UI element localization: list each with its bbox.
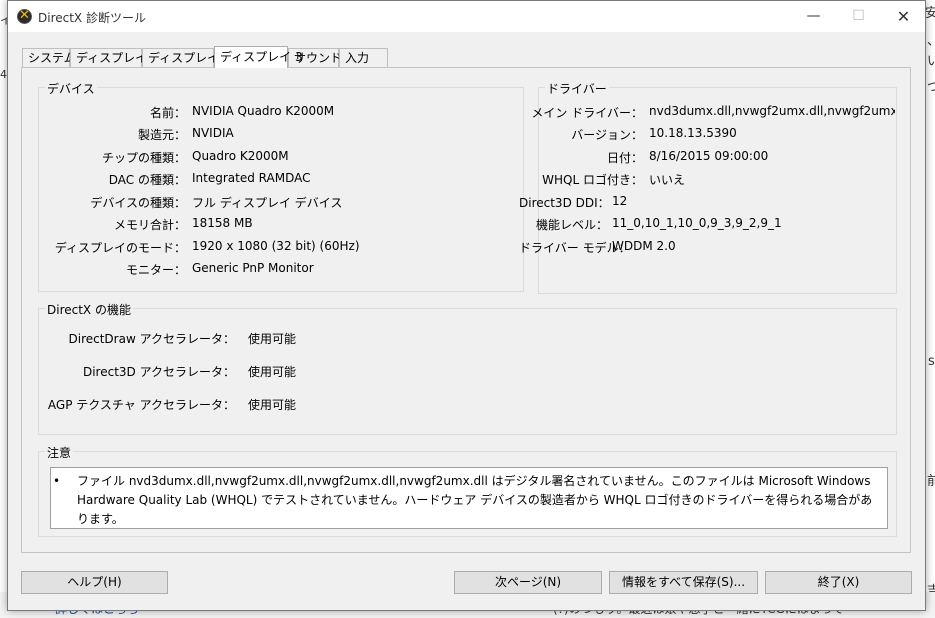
driver-value: 11_0,10_1,10_0,9_3,9_2,9_1 — [612, 216, 782, 230]
driver-value: WDDM 2.0 — [612, 239, 676, 253]
driver-value: いいえ — [649, 173, 686, 187]
directx-features-group: DirectX の機能 DirectDraw アクセラレータ： 使用可能 Dir… — [38, 301, 897, 435]
maximize-button[interactable]: ☐ — [836, 1, 881, 32]
driver-label: ドライバー モデル： — [519, 241, 631, 255]
driver-row: ドライバー モデル： WDDM 2.0 — [519, 239, 896, 255]
device-value: Quadro K2000M — [192, 149, 289, 163]
tab-display-2[interactable]: ディスプレイ 2 — [142, 48, 231, 67]
feature-label: AGP テクスチャ アクセラレータ： — [47, 398, 235, 412]
feature-value: 使用可能 — [248, 398, 297, 412]
background-text: い — [927, 54, 935, 69]
save-all-info-button[interactable]: 情報をすべて保存(S)... — [609, 571, 758, 594]
background-text: 安 — [925, 6, 935, 21]
device-group-title: デバイス — [45, 80, 97, 97]
tab-system[interactable]: システム — [22, 48, 76, 67]
feature-row: AGP テクスチャ アクセラレータ： 使用可能 — [39, 396, 896, 412]
background-text: 前 — [927, 474, 935, 489]
minimize-button[interactable]: — — [791, 1, 836, 32]
close-button[interactable]: ✕ — [881, 1, 926, 32]
driver-label: 日付： — [606, 151, 643, 165]
device-value: NVIDIA — [192, 126, 234, 140]
driver-row: WHQL ロゴ付き： いいえ — [539, 171, 896, 187]
feature-value: 使用可能 — [248, 365, 297, 379]
next-page-button[interactable]: 次ページ(N) — [454, 571, 602, 594]
device-row: ディスプレイのモード： 1920 x 1080 (32 bit) (60Hz) — [39, 239, 523, 255]
feature-row: DirectDraw アクセラレータ： 使用可能 — [39, 330, 896, 346]
device-row: モニター： Generic PnP Monitor — [39, 261, 523, 277]
driver-row: 機能レベル： 11_0,10_1,10_0,9_3,9_2,9_1 — [536, 216, 896, 232]
driver-row: バージョン： 10.18.13.5390 — [539, 126, 896, 142]
feature-label: DirectDraw アクセラレータ： — [68, 332, 236, 346]
driver-group-title: ドライバー — [545, 80, 609, 97]
driver-group: ドライバー メイン ドライバー： nvd3dumx.dll,nvwgf2umx.… — [519, 80, 897, 294]
directx-app-icon — [17, 8, 32, 24]
device-row: 製造元： NVIDIA — [39, 126, 523, 142]
device-value: Integrated RAMDAC — [192, 171, 311, 185]
driver-row: 日付： 8/16/2015 09:00:00 — [539, 149, 896, 165]
help-button[interactable]: ヘルプ(H) — [21, 571, 168, 594]
driver-value: 10.18.13.5390 — [649, 126, 737, 140]
device-label: 名前： — [149, 106, 186, 120]
title-bar[interactable]: DirectX 診断ツール — ☐ ✕ — [8, 1, 925, 32]
driver-value: 8/16/2015 09:00:00 — [649, 149, 769, 163]
driver-value: 12 — [612, 194, 628, 208]
window-title: DirectX 診断ツール — [38, 11, 146, 25]
background-text: つ — [927, 80, 935, 95]
device-row: チップの種類： Quadro K2000M — [39, 149, 523, 165]
driver-label: Direct3D DDI： — [519, 196, 610, 210]
tab-display-1[interactable]: ディスプレイ 1 — [70, 48, 159, 67]
device-label: ディスプレイのモード： — [54, 241, 186, 255]
directx-features-title: DirectX の機能 — [45, 301, 133, 318]
device-row: デバイスの種類： フル ディスプレイ デバイス — [39, 194, 523, 210]
device-label: メモリ合計： — [113, 218, 186, 232]
bullet-icon: • — [53, 474, 61, 488]
notes-title: 注意 — [45, 444, 74, 461]
device-value: 18158 MB — [192, 216, 253, 230]
driver-value: nvd3dumx.dll,nvwgf2umx.dll,nvwgf2umx.dll… — [649, 104, 895, 118]
device-group: デバイス 名前： NVIDIA Quadro K2000M 製造元： NVIDI… — [38, 80, 524, 292]
driver-row: メイン ドライバー： nvd3dumx.dll,nvwgf2umx.dll,nv… — [531, 104, 896, 120]
tab-input[interactable]: 入力 — [339, 48, 388, 67]
driver-row: Direct3D DDI： 12 — [519, 194, 896, 210]
device-label: モニター： — [125, 263, 186, 277]
device-value: NVIDIA Quadro K2000M — [192, 104, 335, 118]
dxdiag-window: DirectX 診断ツール — ☐ ✕ システム ディスプレイ 1 ディスプレイ… — [7, 0, 926, 611]
device-label: DAC の種類： — [108, 173, 186, 187]
notes-text: ファイル nvd3dumx.dll,nvwgf2umx.dll,nvwgf2um… — [77, 474, 873, 526]
driver-label: 機能レベル： — [535, 218, 608, 232]
background-text: 、 — [927, 30, 935, 49]
tab-display-3[interactable]: ディスプレイ 3 — [214, 46, 303, 68]
feature-value: 使用可能 — [248, 332, 297, 346]
device-label: デバイスの種類： — [90, 196, 186, 210]
driver-label: メイン ドライバー： — [531, 106, 643, 120]
device-value: Generic PnP Monitor — [192, 261, 314, 275]
device-value: 1920 x 1080 (32 bit) (60Hz) — [192, 239, 360, 253]
driver-label: WHQL ロゴ付き： — [542, 173, 643, 187]
notes-textbox[interactable]: • ファイル nvd3dumx.dll,nvwgf2umx.dll,nvwgf2… — [50, 467, 888, 529]
device-row: メモリ合計： 18158 MB — [39, 216, 523, 232]
tab-panel: デバイス 名前： NVIDIA Quadro K2000M 製造元： NVIDI… — [21, 67, 911, 553]
exit-button[interactable]: 終了(X) — [765, 571, 912, 594]
device-row: 名前： NVIDIA Quadro K2000M — [39, 104, 523, 120]
feature-row: Direct3D アクセラレータ： 使用可能 — [39, 363, 896, 379]
device-label: 製造元： — [137, 128, 186, 142]
background-text: s — [928, 354, 935, 369]
device-label: チップの種類： — [101, 151, 186, 165]
notes-group: 注意 • ファイル nvd3dumx.dll,nvwgf2umx.dll,nvw… — [38, 444, 897, 537]
device-row: DAC の種類： Integrated RAMDAC — [39, 171, 523, 187]
driver-label: バージョン： — [571, 128, 643, 142]
feature-label: Direct3D アクセラレータ： — [82, 365, 235, 379]
device-value: フル ディスプレイ デバイス — [192, 196, 343, 210]
